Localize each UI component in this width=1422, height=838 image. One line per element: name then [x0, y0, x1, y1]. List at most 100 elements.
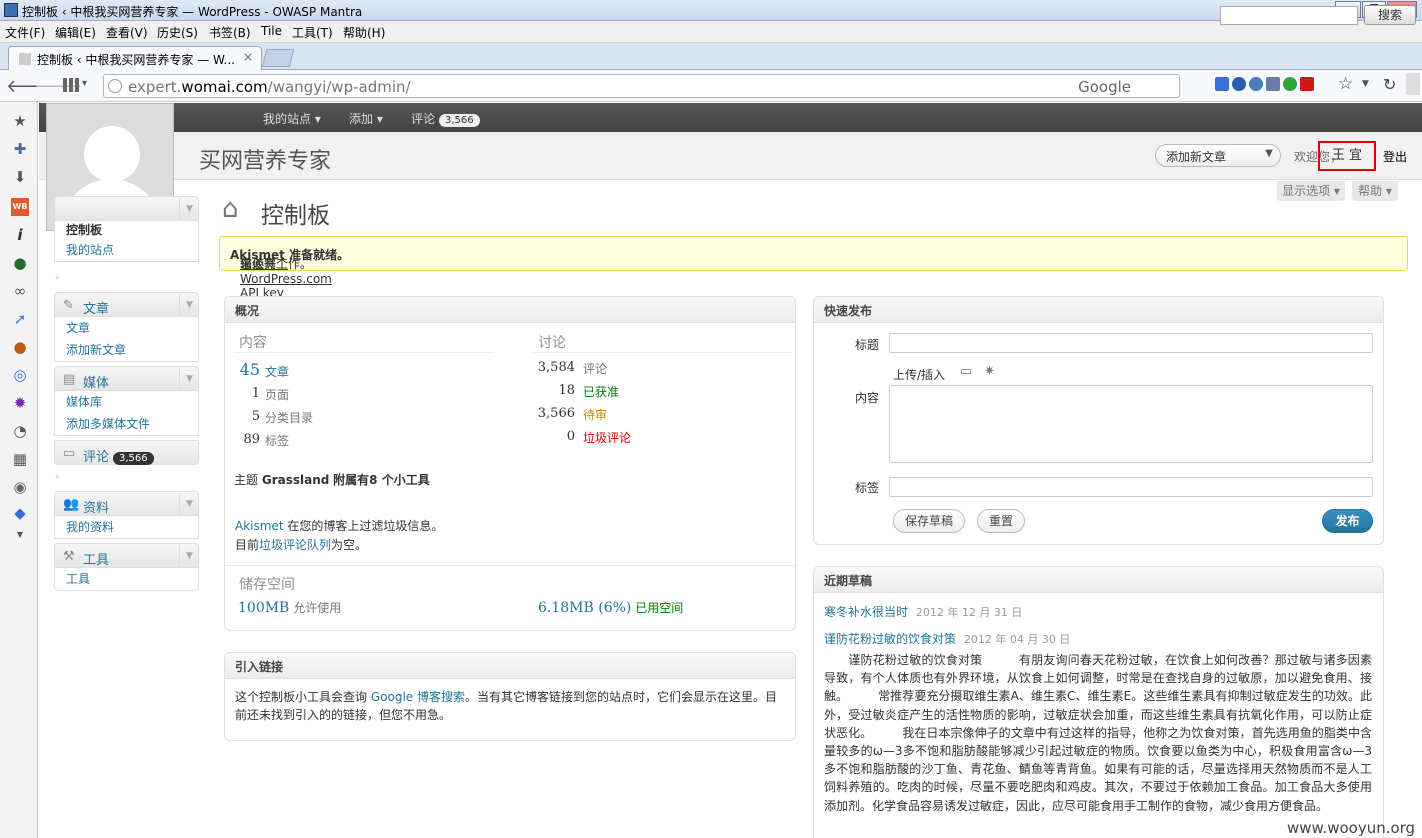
menu-separator[interactable]: « [55, 472, 60, 481]
url-bar[interactable]: expert.womai.com/wangyi/wp-admin/ Google [103, 74, 1180, 98]
comments-label[interactable]: 评论 [583, 360, 607, 377]
star-icon[interactable]: ★ [11, 112, 29, 130]
sidebar-item-posts[interactable]: 文章 [55, 317, 198, 339]
pending-label[interactable]: 待审 [583, 406, 607, 423]
chevron-down-icon[interactable]: ▼ [11, 526, 29, 544]
approved-label[interactable]: 已获准 [583, 383, 619, 400]
username-link[interactable]: 王 宜 [1318, 141, 1376, 171]
web-developer-icon[interactable]: WB [11, 198, 29, 216]
sidebar-item-dashboard[interactable]: 控制板 [55, 221, 198, 239]
widget-title[interactable]: 快速发布 [814, 297, 1383, 323]
menu-dashboard-head[interactable]: ▼ [54, 196, 199, 221]
reset-button[interactable]: 重置 [977, 509, 1025, 533]
tags-count[interactable]: 89 [238, 432, 260, 447]
toolbar-addon-icons[interactable] [1215, 77, 1335, 95]
menu-tile[interactable]: Tile [261, 24, 282, 38]
storage-total[interactable]: 100MB [238, 600, 289, 616]
comments-menu[interactable]: 评论 3,566 [411, 110, 480, 127]
sidebar-item-add-post[interactable]: 添加新文章 [55, 339, 198, 361]
reload-icon[interactable]: ↻ [1383, 75, 1396, 94]
admin-search-button[interactable]: 搜索 [1364, 5, 1416, 25]
menu-file[interactable]: 文件(F) [5, 24, 45, 41]
approved-count[interactable]: 18 [533, 383, 575, 398]
menu-separator[interactable]: « [55, 273, 60, 282]
site-name[interactable]: 买网营养专家 [199, 143, 331, 175]
swirl-icon[interactable]: ◎ [11, 366, 29, 384]
comments-total[interactable]: 3,584 [533, 360, 575, 375]
google-blog-search-link[interactable]: Google 博客搜索 [371, 690, 465, 704]
menu-media-head[interactable]: ▤ 媒体 ▼ [54, 366, 199, 391]
menu-bookmarks[interactable]: 书签(B) [209, 24, 251, 41]
pending-count[interactable]: 3,566 [533, 406, 575, 421]
url-text[interactable]: expert.womai.com/wangyi/wp-admin/ [128, 78, 411, 96]
cursor-icon[interactable]: ➚ [11, 310, 29, 328]
spam-label[interactable]: 垃圾评论 [583, 429, 631, 446]
firebug-icon[interactable]: ● [11, 254, 29, 272]
search-engine-label[interactable]: Google [1078, 78, 1131, 96]
apps-grid-icon[interactable] [63, 78, 79, 92]
publish-button[interactable]: 发布 [1322, 509, 1373, 533]
chevron-down-icon[interactable]: ▼ [1362, 79, 1369, 89]
pages-count[interactable]: 1 [238, 386, 260, 401]
tab-close-icon[interactable]: × [243, 50, 253, 64]
menu-comments-head[interactable]: ▭ 评论 3,566 [54, 440, 199, 465]
download-icon[interactable]: ⬇ [11, 168, 29, 186]
star-icon[interactable]: ☆ [1338, 74, 1353, 94]
draft-title-link[interactable]: 寒冬补水很当时 [824, 605, 908, 619]
toolbar-overflow[interactable] [1406, 73, 1420, 95]
sidebar-item-add-media[interactable]: 添加多媒体文件 [55, 413, 198, 435]
menu-history[interactable]: 历史(S) [157, 24, 198, 41]
admin-search-input[interactable] [1220, 6, 1358, 25]
posts-count[interactable]: 45 [238, 360, 260, 379]
info-icon[interactable]: i [11, 226, 29, 244]
widget-title[interactable]: 引入链接 [225, 653, 795, 679]
widget-title[interactable]: 近期草稿 [814, 567, 1383, 593]
gear-icon[interactable]: ✷ [984, 364, 995, 379]
new-tab-button[interactable] [261, 49, 295, 67]
widget-title[interactable]: 概况 [225, 297, 795, 323]
post-content-textarea[interactable] [889, 385, 1373, 463]
akismet-link[interactable]: Akismet [235, 519, 284, 533]
glasses-icon[interactable]: ∞ [11, 282, 29, 300]
sidebar-item-tools[interactable]: 工具 [55, 568, 198, 590]
puzzle-icon[interactable]: ✚ [11, 140, 29, 158]
sidebar-item-my-profile[interactable]: 我的资料 [55, 516, 198, 538]
spam-count[interactable]: 0 [533, 429, 575, 444]
globe-icon[interactable]: ◉ [11, 478, 29, 496]
draft-title-link[interactable]: 谨防花粉过敏的饮食对策 [824, 632, 956, 646]
posts-label[interactable]: 文章 [265, 363, 289, 380]
menu-profile-head[interactable]: 👥 资料 ▼ [54, 491, 199, 516]
calendar-icon[interactable]: ▦ [11, 450, 29, 468]
post-title-input[interactable] [889, 333, 1373, 353]
chevron-down-icon[interactable]: ▾ [82, 78, 87, 89]
pages-label[interactable]: 页面 [265, 386, 289, 403]
tags-label[interactable]: 标签 [265, 432, 289, 449]
gear-icon[interactable]: ✹ [11, 394, 29, 412]
menu-posts-head[interactable]: ✎ 文章 ▼ [54, 292, 199, 317]
storage-used-value[interactable]: 6.18MB (6%) [538, 600, 631, 616]
tags-input[interactable] [889, 477, 1373, 497]
add-menu[interactable]: 添加 ▾ [349, 110, 383, 127]
menu-tools-head[interactable]: ⚒ 工具 ▼ [54, 543, 199, 568]
chevron-down-icon[interactable]: ▼ [179, 198, 199, 220]
my-sites-menu[interactable]: 我的站点 ▾ [263, 110, 321, 127]
sidebar-item-my-sites[interactable]: 我的站点 [55, 239, 198, 261]
help-button[interactable]: 帮助 ▾ [1352, 181, 1398, 201]
add-media-icon[interactable]: ▭ [960, 364, 972, 379]
spam-queue-link[interactable]: 垃圾评论队列 [259, 538, 331, 552]
menu-help[interactable]: 帮助(H) [343, 24, 385, 41]
favorite-actions-select[interactable]: 添加新文章 ▼ [1155, 144, 1281, 167]
browser-tab[interactable]: 控制板 ‹ 中根我买网营养专家 — W... × [8, 46, 262, 70]
save-draft-button[interactable]: 保存草稿 [893, 509, 965, 533]
tag-icon[interactable]: ◆ [11, 504, 29, 522]
hackbar-icon[interactable]: ● [11, 338, 29, 356]
menu-tools[interactable]: 工具(T) [292, 24, 333, 41]
screen-options-button[interactable]: 显示选项 ▾ [1277, 181, 1345, 201]
categories-count[interactable]: 5 [238, 409, 260, 424]
theme-name[interactable]: Grassland [262, 473, 330, 487]
categories-label[interactable]: 分类目录 [265, 409, 313, 426]
palette-icon[interactable]: ◔ [11, 422, 29, 440]
logout-link[interactable]: 登出 [1383, 148, 1407, 165]
menu-edit[interactable]: 编辑(E) [55, 24, 96, 41]
sidebar-item-library[interactable]: 媒体库 [55, 391, 198, 413]
